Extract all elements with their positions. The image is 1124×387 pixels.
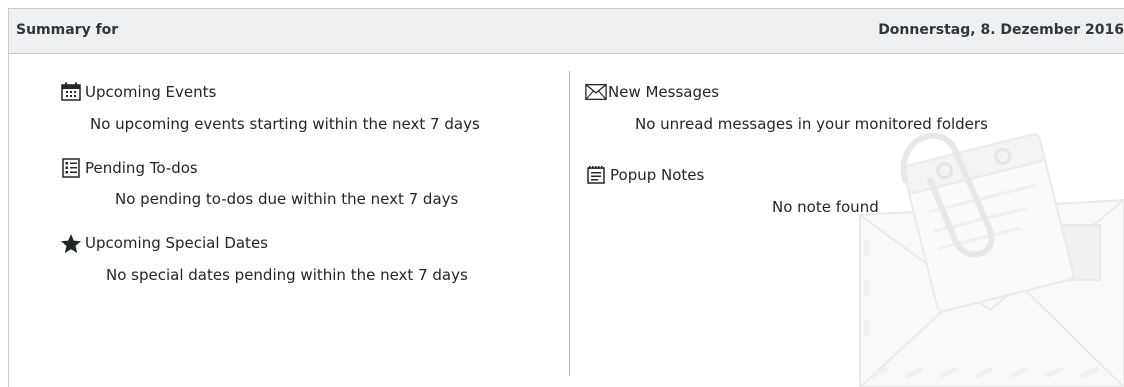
- popup-notes-message: No note found: [772, 198, 879, 216]
- note-icon: [585, 164, 607, 186]
- popup-notes-header[interactable]: Popup Notes: [585, 164, 704, 186]
- kontact-watermark-icon: [859, 132, 1124, 387]
- summary-view: Summary for Donnerstag, 8. Dezember 2016…: [0, 0, 1124, 387]
- upcoming-events-title: Upcoming Events: [85, 83, 217, 101]
- summary-title: Summary for: [16, 22, 119, 38]
- envelope-icon: [585, 81, 607, 103]
- todo-list-icon: [60, 157, 82, 179]
- pending-todos-title: Pending To-dos: [85, 159, 198, 177]
- upcoming-events-message: No upcoming events starting within the n…: [90, 115, 480, 133]
- column-divider: [569, 71, 570, 376]
- new-messages-message: No unread messages in your monitored fol…: [635, 115, 988, 133]
- new-messages-header[interactable]: New Messages: [585, 81, 719, 103]
- star-icon: [60, 232, 82, 254]
- special-dates-title: Upcoming Special Dates: [85, 234, 268, 252]
- calendar-icon: [60, 81, 82, 103]
- pending-todos-header[interactable]: Pending To-dos: [60, 157, 198, 179]
- summary-header: Summary for Donnerstag, 8. Dezember 2016: [9, 9, 1124, 54]
- summary-date: Donnerstag, 8. Dezember 2016: [878, 22, 1124, 38]
- popup-notes-title: Popup Notes: [610, 166, 705, 184]
- special-dates-header[interactable]: Upcoming Special Dates: [60, 232, 268, 254]
- pending-todos-message: No pending to-dos due within the next 7 …: [115, 190, 459, 208]
- new-messages-title: New Messages: [608, 83, 720, 101]
- upcoming-events-header[interactable]: Upcoming Events: [60, 81, 216, 103]
- special-dates-message: No special dates pending within the next…: [106, 266, 468, 284]
- frame-left-border: [8, 8, 9, 387]
